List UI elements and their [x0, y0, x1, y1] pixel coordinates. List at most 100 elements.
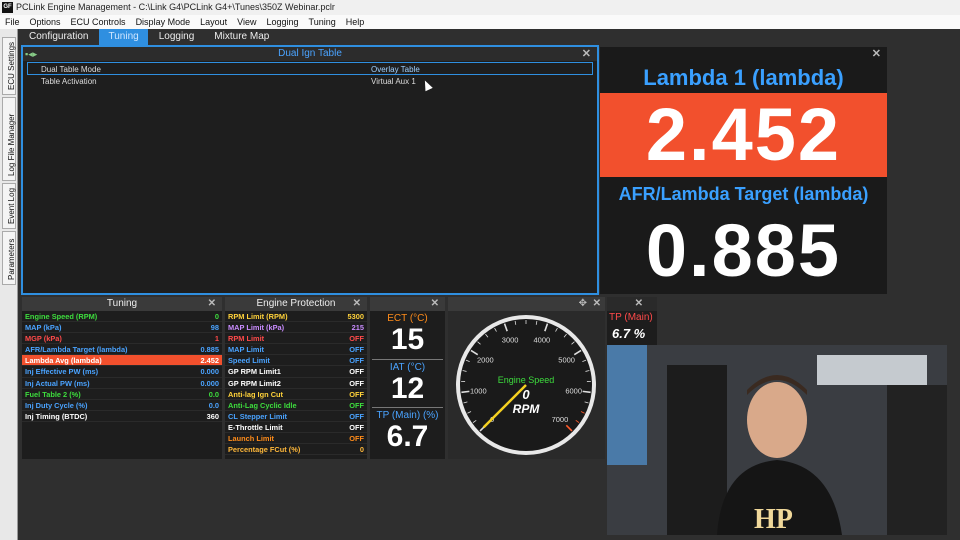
parameter-row[interactable]: RPM Limit OFF	[225, 333, 367, 345]
menu-options[interactable]: Options	[25, 15, 66, 29]
parameter-value: 98	[210, 323, 219, 333]
temps-header: ✕	[370, 297, 445, 311]
parameter-row[interactable]: Inj Timing (BTDC) 360	[22, 411, 222, 422]
menu-file[interactable]: File	[0, 15, 25, 29]
afr-target-title: AFR/Lambda Target (lambda)	[618, 184, 869, 204]
parameter-row[interactable]: CL Stepper Limit OFF	[225, 411, 367, 422]
tuning-panel-title: Tuning	[106, 298, 138, 309]
gauge-header: ✥ ✕	[448, 297, 605, 311]
parameter-value: 1	[214, 334, 219, 344]
rpm-gauge: 0 1000 2000 3000 4000 5000 6000 7000 Engine Spee…	[456, 315, 596, 455]
tab-logging[interactable]: Logging	[150, 29, 204, 45]
gauge-tick-label: 3000	[502, 336, 519, 345]
setting-row[interactable]: Dual Table Mode Overlay Table	[27, 62, 593, 75]
parameter-value: 0.0	[208, 400, 219, 410]
parameter-row[interactable]: Anti-lag Ign Cut OFF	[225, 389, 367, 400]
parameter-value: OFF	[349, 422, 364, 432]
parameter-row[interactable]: Launch Limit OFF	[225, 433, 367, 445]
tab-mixture-map[interactable]: Mixture Map	[205, 29, 278, 45]
side-tab-log-file-manager[interactable]: Log File Manager	[2, 97, 16, 181]
menu-bar: File Options ECU Controls Display Mode L…	[0, 15, 960, 29]
presenter-video-frame: HP	[607, 345, 947, 535]
lambda-display-panel: ✕ Lambda 1 (lambda) 2.452 AFR/Lambda Tar…	[600, 47, 887, 294]
close-icon[interactable]: ✕	[353, 297, 361, 311]
gauge-tick-label: 2000	[477, 355, 494, 364]
tab-configuration[interactable]: Configuration	[20, 29, 97, 45]
tab-tuning[interactable]: Tuning	[99, 29, 148, 45]
parameter-row[interactable]: AFR/Lambda Target (lambda) 0.885	[22, 344, 222, 356]
parameter-row[interactable]: Percentage FCut (%) 0	[225, 444, 367, 456]
setting-row[interactable]: Table Activation Virtual Aux 1	[23, 75, 597, 88]
gauge-tick	[461, 390, 470, 394]
parameter-name: MAP Limit (kPa)	[228, 323, 285, 333]
side-tab-ecu-settings[interactable]: ECU Settings	[2, 37, 16, 95]
parameter-name: Engine Speed (RPM)	[25, 312, 98, 321]
tuning-panel-header: Tuning ✕	[22, 297, 222, 311]
parameter-row[interactable]: E-Throttle Limit OFF	[225, 422, 367, 434]
parameter-name: RPM Limit	[228, 334, 265, 344]
menu-view[interactable]: View	[232, 15, 261, 29]
parameter-row[interactable]: Inj Effective PW (ms) 0.000	[22, 366, 222, 378]
gauge-title: Engine Speed	[498, 375, 555, 385]
parameter-value: 0	[359, 445, 364, 455]
parameter-row[interactable]: Speed Limit OFF	[225, 355, 367, 367]
close-icon[interactable]: ✕	[208, 297, 216, 311]
side-tab-parameters[interactable]: Parameters	[2, 231, 16, 285]
parameter-row[interactable]: MGP (kPa) 1	[22, 333, 222, 345]
menu-tuning[interactable]: Tuning	[304, 15, 341, 29]
tuning-panel: Tuning ✕ Engine Speed (RPM) 0 MAP (kPa) 98 M…	[22, 297, 222, 459]
parameter-row[interactable]: Lambda Avg (lambda) 2.452	[22, 355, 222, 367]
close-icon[interactable]: ✕	[582, 47, 591, 61]
parameter-name: Inj Duty Cycle (%)	[25, 400, 88, 410]
close-icon[interactable]: ✕	[635, 297, 643, 311]
app-icon: GF	[2, 2, 13, 13]
parameter-row[interactable]: Fuel Table 2 (%) 0.0	[22, 389, 222, 400]
gauge-tick-label: 4000	[534, 336, 551, 345]
window-title: PCLink Engine Management - C:\Link G4\PC…	[16, 2, 335, 12]
parameter-row[interactable]: Anti-Lag Cyclic Idle OFF	[225, 400, 367, 411]
parameter-value: 0.0	[208, 389, 219, 399]
close-icon[interactable]: ✕	[872, 47, 881, 60]
gauge-tick-label: 6000	[565, 386, 582, 395]
parameter-name: GP RPM Limit1	[228, 367, 281, 377]
parameter-value: OFF	[349, 434, 364, 444]
setting-value[interactable]: Virtual Aux 1	[371, 75, 416, 88]
dual-ign-title: Dual Ign Table	[278, 48, 342, 59]
parameter-row[interactable]: MAP Limit OFF	[225, 344, 367, 356]
parameter-row[interactable]: RPM Limit (RPM) 5300	[225, 311, 367, 323]
parameter-row[interactable]: MAP Limit (kPa) 215	[225, 322, 367, 334]
menu-layout[interactable]: Layout	[195, 15, 232, 29]
parameter-value: 0.000	[200, 367, 220, 377]
parameter-row[interactable]: Engine Speed (RPM) 0	[22, 311, 222, 323]
parameter-name: MGP (kPa)	[25, 334, 62, 344]
menu-ecu-controls[interactable]: ECU Controls	[66, 15, 131, 29]
tp-mini-header: ✕	[607, 297, 657, 311]
side-tab-strip: ECU Settings Log File Manager Event Log …	[0, 29, 18, 540]
parameter-value: 0.000	[200, 378, 220, 388]
window-title-bar: GF PCLink Engine Management - C:\Link G4…	[0, 0, 960, 15]
parameter-value: 5300	[347, 312, 364, 321]
nav-arrows-icon[interactable]: ▪◂▸	[25, 47, 37, 61]
menu-logging[interactable]: Logging	[261, 15, 303, 29]
parameter-value: 215	[351, 323, 364, 333]
webcam-video: HP	[607, 345, 947, 535]
parameter-row[interactable]: MAP (kPa) 98	[22, 322, 222, 334]
close-icon[interactable]: ✕	[431, 297, 439, 311]
menu-display-mode[interactable]: Display Mode	[131, 15, 196, 29]
shirt-logo-text: HP	[754, 504, 793, 535]
parameter-row[interactable]: Inj Actual PW (ms) 0.000	[22, 378, 222, 389]
close-icon[interactable]: ✕	[593, 297, 601, 311]
engine-protection-panel: Engine Protection ✕ RPM Limit (RPM) 5300 M…	[225, 297, 367, 459]
parameter-row[interactable]: GP RPM Limit2 OFF	[225, 378, 367, 389]
parameter-row[interactable]: GP RPM Limit1 OFF	[225, 366, 367, 378]
tp-mini-value: 6.7 %	[612, 326, 646, 341]
menu-help[interactable]: Help	[341, 15, 370, 29]
side-tab-event-log[interactable]: Event Log	[2, 183, 16, 229]
side-tab-label: Parameters	[7, 238, 16, 280]
parameter-name: Fuel Table 2 (%)	[25, 389, 81, 399]
move-icon[interactable]: ✥	[579, 297, 587, 311]
parameter-name: MAP (kPa)	[25, 323, 62, 333]
parameter-value: OFF	[349, 400, 364, 410]
parameter-row[interactable]: Inj Duty Cycle (%) 0.0	[22, 400, 222, 411]
gauge-tick-label: 7000	[552, 415, 569, 424]
